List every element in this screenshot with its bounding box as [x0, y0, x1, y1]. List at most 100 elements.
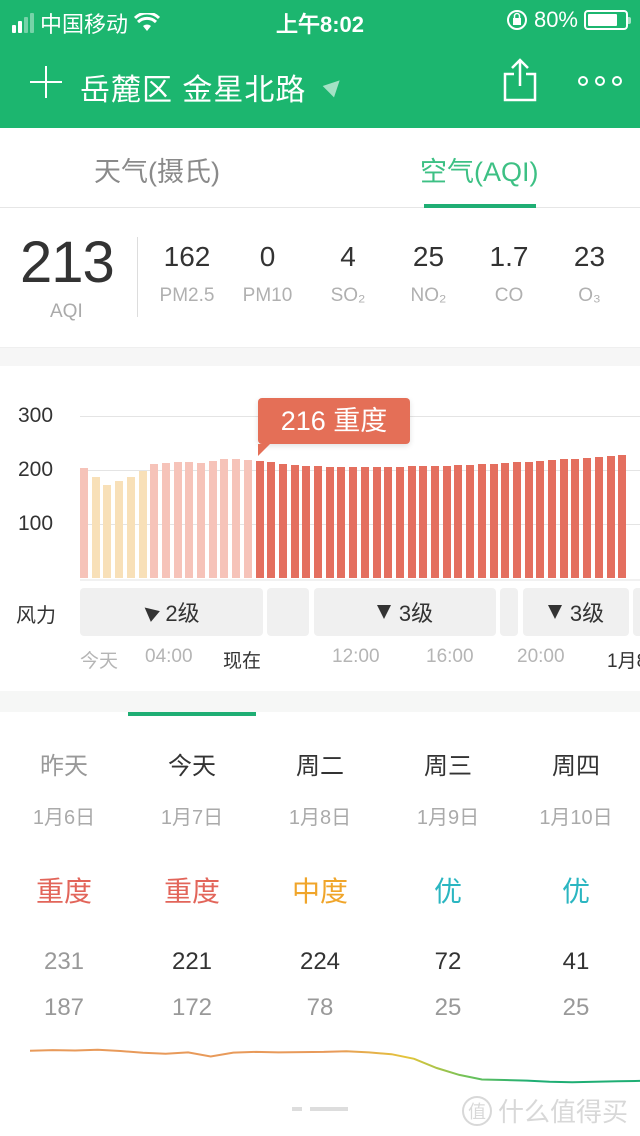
bar[interactable]: [606, 455, 615, 578]
wind-segment[interactable]: [633, 588, 640, 636]
share-icon[interactable]: [502, 58, 538, 102]
bar[interactable]: [360, 467, 369, 578]
day-column[interactable]: 周三 1月9日 优 72 25: [384, 716, 512, 1022]
bar[interactable]: [220, 459, 229, 578]
pollutant-item: 25 NO₂: [389, 241, 469, 307]
watermark-badge-icon: 值: [461, 1095, 492, 1126]
bar[interactable]: [407, 466, 416, 578]
wind-segment[interactable]: [500, 588, 518, 636]
page-dot[interactable]: [292, 1107, 302, 1111]
bar[interactable]: [302, 465, 311, 578]
bar[interactable]: [395, 466, 404, 578]
day-column[interactable]: 今天 1月7日 重度 221 172: [128, 716, 256, 1022]
bar[interactable]: [419, 466, 428, 578]
bar[interactable]: [314, 466, 322, 578]
day-aqi-high: 41: [562, 948, 590, 975]
rotation-lock-icon: [506, 10, 527, 30]
bar[interactable]: [548, 460, 556, 578]
bar[interactable]: [197, 462, 205, 578]
bar[interactable]: [454, 465, 463, 578]
day-name: 周三: [424, 753, 472, 780]
bar[interactable]: [173, 462, 182, 578]
day-aqi-high: 72: [434, 948, 462, 975]
status-bar: 中国移动 上午8:02 80%: [0, 0, 640, 40]
bar-selected[interactable]: [255, 461, 264, 578]
section-separator: [0, 691, 640, 712]
bar[interactable]: [278, 463, 287, 578]
bar[interactable]: [232, 459, 241, 578]
bar[interactable]: [349, 467, 358, 578]
bar[interactable]: [208, 460, 217, 578]
bar[interactable]: [91, 477, 100, 578]
bar[interactable]: [512, 462, 521, 578]
day-column[interactable]: 昨天 1月6日 重度 231 187: [0, 716, 128, 1022]
bar[interactable]: [442, 465, 451, 578]
pollutant-value: 25: [412, 241, 445, 272]
bar[interactable]: [489, 463, 498, 578]
bar[interactable]: [161, 462, 170, 578]
time-label: 12:00: [332, 646, 380, 667]
time-label: 现在: [223, 651, 262, 672]
hourly-aqi-chart: 300 200 100 216 重度 风力 2级 3级 3级 今天 04:00 现在 12…: [0, 366, 640, 691]
day-column[interactable]: 周四 1月10日 优 41 25: [512, 716, 640, 1022]
pollutant-name: SO₂: [330, 285, 366, 306]
day-aqi-low: 187: [43, 994, 85, 1021]
tab-indicator: [424, 204, 536, 208]
bar[interactable]: [559, 459, 568, 578]
battery-icon: [584, 10, 631, 30]
bar[interactable]: [103, 485, 112, 578]
day-date: 1月8日: [288, 807, 352, 829]
pollutant-item: 162 PM2.5: [147, 241, 227, 307]
bar[interactable]: [536, 460, 545, 578]
navbar: 岳麓区 金星北路: [0, 48, 640, 128]
bar[interactable]: [243, 460, 252, 578]
page-dot-active[interactable]: [310, 1107, 348, 1111]
bar[interactable]: [267, 462, 276, 578]
current-aqi-panel: 213 AQI 162 PM2.5 0 PM10 4 SO₂ 25 NO₂ 1.7 CO…: [0, 209, 640, 347]
bar[interactable]: [431, 465, 439, 578]
day-name: 昨天: [40, 753, 88, 780]
day-column[interactable]: 周二 1月8日 中度 224 78: [256, 716, 384, 1022]
more-icon[interactable]: [578, 76, 622, 86]
bar[interactable]: [618, 454, 627, 578]
bar[interactable]: [80, 467, 88, 578]
pollutant-name: PM10: [242, 285, 293, 306]
day-aqi-low: 78: [306, 994, 334, 1021]
day-name: 周四: [552, 753, 600, 780]
bar[interactable]: [477, 464, 486, 578]
bar[interactable]: [138, 471, 147, 578]
pollutant-name: O₃: [578, 285, 601, 306]
location-title[interactable]: 岳麓区 金星北路: [80, 65, 306, 109]
bar[interactable]: [583, 457, 592, 578]
wind-segment[interactable]: 3级: [314, 588, 496, 636]
bar[interactable]: [115, 481, 124, 578]
bar[interactable]: [524, 461, 533, 578]
tab-weather[interactable]: 天气(摄氏): [94, 150, 220, 189]
bar[interactable]: [325, 466, 334, 578]
wind-segment[interactable]: 2级: [80, 588, 263, 636]
time-label: 今天: [80, 651, 119, 672]
day-date: 1月7日: [160, 807, 224, 829]
watermark-text: 什么值得买: [497, 1097, 628, 1127]
bar[interactable]: [501, 462, 510, 578]
time-label: 1月8: [607, 651, 640, 672]
pollutant-value: 23: [573, 241, 606, 272]
wind-segment[interactable]: [267, 588, 309, 636]
tab-air[interactable]: 空气(AQI): [420, 150, 539, 189]
plus-icon[interactable]: [30, 66, 62, 98]
aqi-value: 213: [20, 230, 115, 295]
pollutant-value: 162: [163, 241, 211, 272]
bar[interactable]: [150, 464, 159, 578]
bar[interactable]: [290, 464, 299, 578]
bar[interactable]: [185, 462, 194, 578]
bar[interactable]: [372, 467, 381, 578]
bar[interactable]: [571, 458, 580, 578]
wind-segment[interactable]: 3级: [523, 588, 629, 636]
aqi-trend-line: [29, 1048, 640, 1084]
bar[interactable]: [466, 464, 475, 578]
bar[interactable]: [126, 477, 135, 578]
wind-direction-down-icon: [376, 605, 391, 619]
bar[interactable]: [337, 466, 346, 578]
bar[interactable]: [594, 456, 603, 578]
bar[interactable]: [384, 466, 393, 578]
